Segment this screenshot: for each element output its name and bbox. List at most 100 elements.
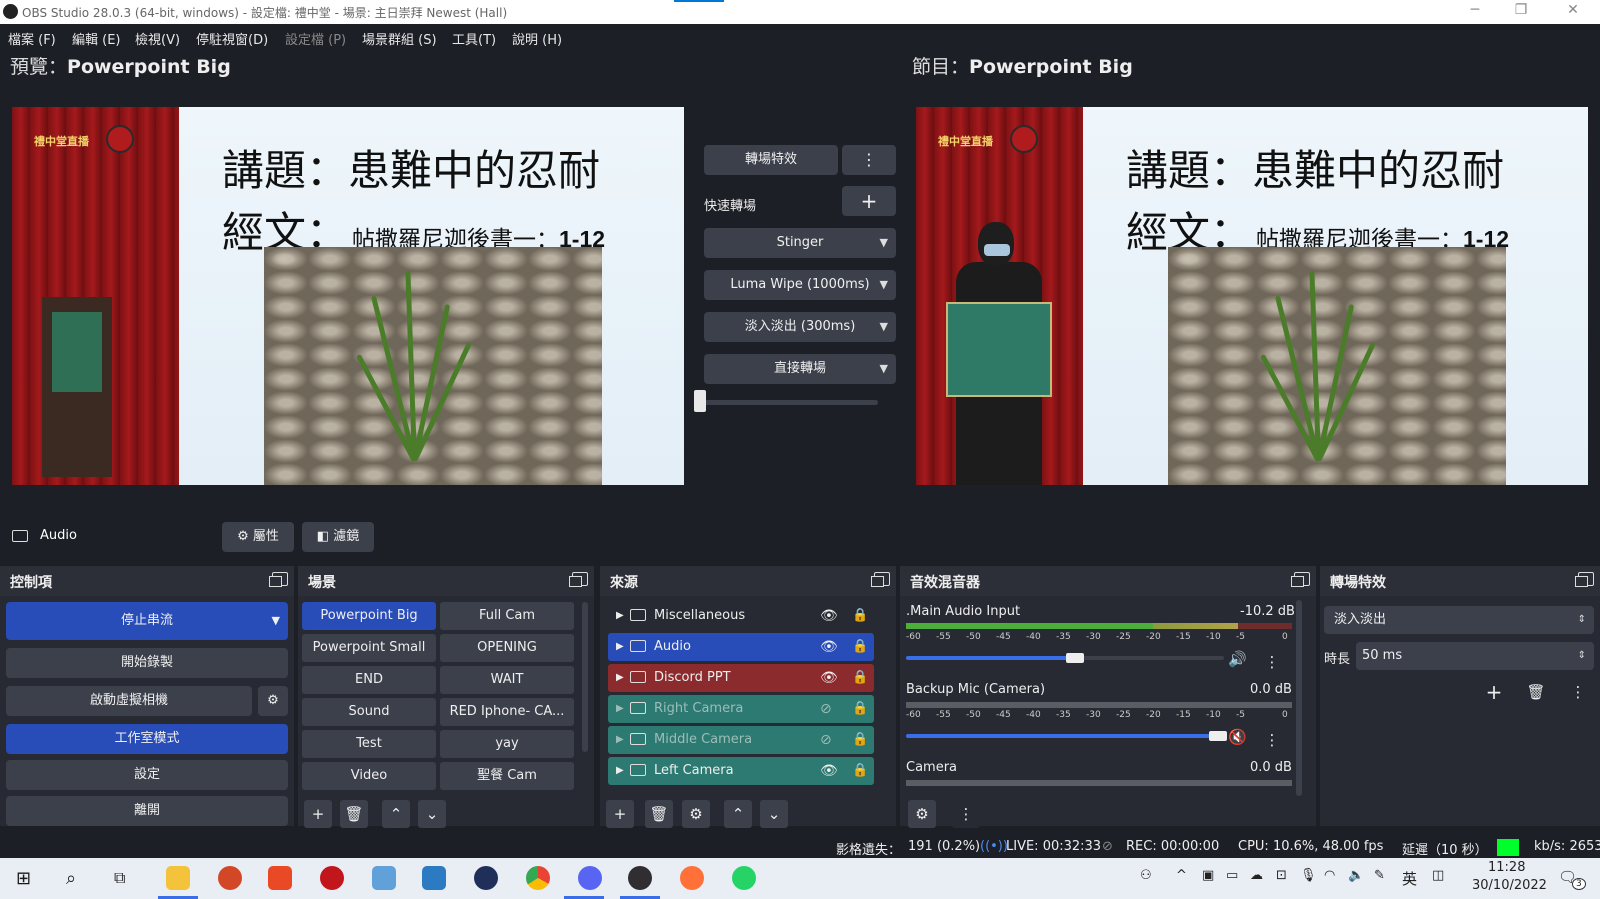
app-red-icon[interactable] [320,866,344,890]
add-source-plus-icon[interactable]: + [606,800,634,828]
powerpoint-icon[interactable] [218,866,242,890]
scene-item[interactable]: Test [302,730,436,758]
quick-transition-cut[interactable]: 直接轉場 ▼ [704,354,896,384]
lock-icon[interactable]: 🔒 [852,757,868,785]
virtual-cam-settings-gear-icon[interactable]: ⚙ [258,686,288,716]
file-explorer-icon[interactable] [166,866,190,890]
chrome-icon[interactable] [526,866,550,890]
undock-icon[interactable] [1575,572,1594,587]
exit-button[interactable]: 離開 [6,796,288,826]
firefox-icon[interactable] [680,866,704,890]
eye-icon[interactable]: 👁 [820,664,838,692]
clock-time[interactable]: 11:28 [1488,860,1525,875]
lock-icon[interactable]: 🔒 [852,726,868,754]
eye-hidden-icon[interactable]: ⊘ [820,695,832,723]
menu-docks[interactable]: 停駐視窗(D) [196,29,268,48]
display-icon[interactable]: ⊡ [1276,868,1287,883]
menu-file[interactable]: 檔案 (F) [8,29,56,48]
transition-menu-icon[interactable]: ⋮ [1564,678,1592,706]
app-window-icon[interactable] [372,866,396,890]
eye-icon[interactable]: 👁 [820,602,838,630]
scene-item[interactable]: Sound [302,698,436,726]
volume-handle[interactable] [1208,731,1227,741]
obs-icon[interactable] [628,866,652,890]
transition-more-icon[interactable]: ⋮ [842,145,896,175]
remove-scene-trash-icon[interactable]: 🗑 [340,800,368,828]
expand-arrow-icon[interactable]: ▶ [616,664,624,692]
whatsapp-icon[interactable] [732,866,756,890]
lock-icon[interactable]: 🔒 [852,633,868,661]
scene-item[interactable]: OPENING [440,634,574,662]
settings-button[interactable]: 設定 [6,760,288,790]
quick-transition-luma[interactable]: Luma Wipe (1000ms) ▼ [704,270,896,300]
undock-icon[interactable] [871,572,890,587]
source-item[interactable]: ▶ Left Camera 👁 🔒 [608,757,874,785]
menu-scene-collection[interactable]: 場景群組 (S) [362,29,437,48]
channel-menu-icon[interactable]: ⋮ [1258,648,1286,676]
start-record-button[interactable]: 開始錄製 [6,648,288,678]
eye-icon[interactable]: 👁 [820,757,838,785]
scene-item[interactable]: END [302,666,436,694]
add-transition-plus-icon[interactable]: + [1480,678,1508,706]
scene-item[interactable]: Video [302,762,436,790]
move-source-up-icon[interactable]: ⌃ [724,800,752,828]
menu-view[interactable]: 檢視(V) [135,29,180,48]
source-item[interactable]: ▶ Miscellaneous 👁 🔒 [608,602,874,630]
spinner-icon[interactable]: ⇕ [1578,642,1586,670]
speaker-icon[interactable]: 🔊 [1228,650,1247,668]
eye-icon[interactable]: 👁 [820,633,838,661]
cloud-icon[interactable]: ☁ [1250,868,1263,883]
wifi-icon[interactable]: ◠ [1324,868,1335,883]
transition-button[interactable]: 轉場特效 [704,145,838,175]
office-icon[interactable] [268,866,292,890]
scene-item[interactable]: 聖餐 Cam [440,762,574,790]
mixer-menu-icon[interactable]: ⋮ [952,800,980,828]
expand-arrow-icon[interactable]: ▶ [616,757,624,785]
transition-select[interactable]: 淡入淡出 ⇕ [1324,606,1594,634]
ime-mode-icon[interactable]: ◫ [1432,868,1444,883]
app-photo-icon[interactable] [422,866,446,890]
move-scene-down-icon[interactable]: ⌄ [418,800,446,828]
volume-muted-icon[interactable]: 🔈 [1348,868,1364,883]
menu-tools[interactable]: 工具(T) [452,29,496,48]
close-icon[interactable]: ✕ [1558,2,1588,18]
add-scene-plus-icon[interactable]: + [304,800,332,828]
discord-icon[interactable] [578,866,602,890]
scene-item[interactable]: Powerpoint Big [302,602,436,630]
tbar-track[interactable] [698,400,878,405]
source-item[interactable]: ▶ Discord PPT 👁 🔒 [608,664,874,692]
ime-language[interactable]: 英 [1402,868,1417,889]
tray-app-icon[interactable]: ▣ [1202,868,1214,883]
source-item[interactable]: ▶ Right Camera ⊘ 🔒 [608,695,874,723]
volume-handle[interactable] [1065,653,1084,663]
mixer-settings-gear-icon[interactable]: ⚙ [908,800,936,828]
app-dots-icon[interactable] [474,866,498,890]
remove-source-trash-icon[interactable]: 🗑 [645,800,673,828]
tray-chevron-up-icon[interactable]: ^ [1176,868,1187,883]
restore-icon[interactable]: ❐ [1506,2,1536,18]
menu-help[interactable]: 說明 (H) [512,29,562,48]
stop-stream-button[interactable]: 停止串流 ▼ [6,602,288,640]
battery-icon[interactable]: ▭ [1226,868,1238,883]
filters-button[interactable]: ◧ 濾鏡 [302,522,374,552]
expand-arrow-icon[interactable]: ▶ [616,726,624,754]
pen-icon[interactable]: ✎ [1374,868,1385,883]
quick-transition-fade[interactable]: 淡入淡出 (300ms) ▼ [704,312,896,342]
undock-icon[interactable] [569,572,588,587]
expand-arrow-icon[interactable]: ▶ [616,695,624,723]
add-quick-transition-icon[interactable]: + [842,186,896,216]
expand-arrow-icon[interactable]: ▶ [616,602,624,630]
quick-transition-stinger[interactable]: Stinger ▼ [704,228,896,258]
scenes-scrollbar[interactable] [582,602,588,752]
microphone-icon[interactable]: 🎙 [1300,868,1317,883]
remove-transition-trash-icon[interactable]: 🗑 [1522,678,1550,706]
channel-menu-icon[interactable]: ⋮ [1258,726,1286,754]
source-item[interactable]: ▶ Middle Camera ⊘ 🔒 [608,726,874,754]
windows-start-icon[interactable]: ⊞ [16,868,31,889]
preview-canvas[interactable]: 禮中堂直播 講題：患難中的忍耐 經文： 帖撒羅尼迦後書一：1-12 [12,107,684,485]
undock-icon[interactable] [269,572,288,587]
muted-speaker-icon[interactable]: 🔇 [1228,728,1247,746]
move-source-down-icon[interactable]: ⌄ [760,800,788,828]
search-icon[interactable]: ⌕ [66,868,76,889]
task-view-icon[interactable]: ⧉ [114,868,125,888]
